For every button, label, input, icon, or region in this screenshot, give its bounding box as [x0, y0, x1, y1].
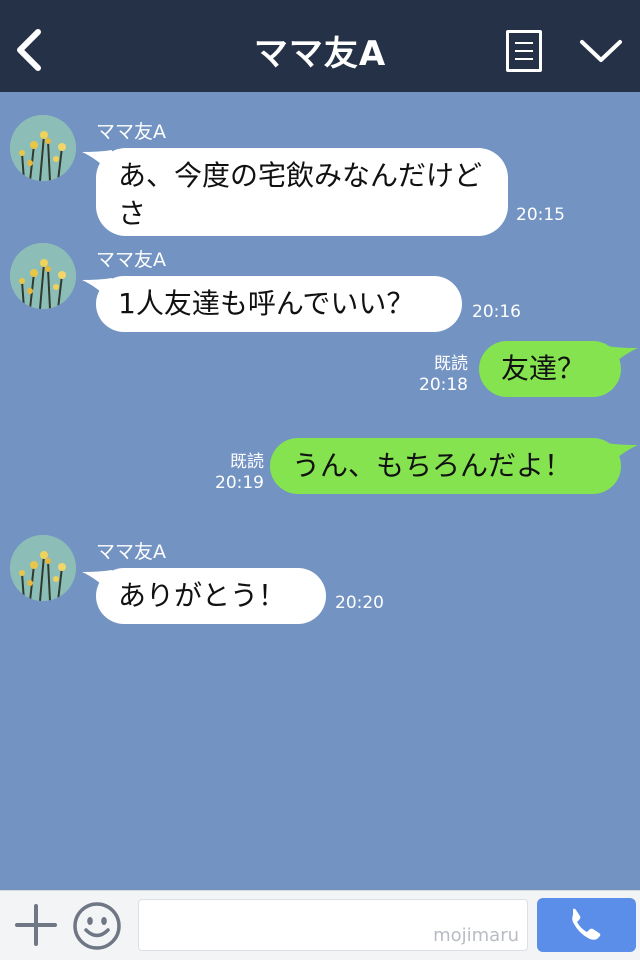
message-input[interactable]: mojimaru — [138, 899, 528, 951]
avatar[interactable] — [10, 535, 76, 601]
message-bubble: 1人友達も呼んでいい？ — [96, 276, 462, 332]
chat-header: ママ友A — [0, 0, 640, 92]
bubble-tail — [606, 443, 638, 467]
menu-icon[interactable] — [506, 30, 542, 72]
message-time: 20:16 — [472, 302, 521, 322]
call-button[interactable] — [537, 898, 636, 952]
message-time: 20:19 — [215, 473, 264, 493]
sender-name: ママ友A — [96, 541, 166, 563]
chat-area[interactable]: ママ友A あ、今度の宅飲みなんだけどさ 20:15 ママ友A 1人友達も呼んでい… — [0, 92, 640, 890]
sender-name: ママ友A — [96, 121, 166, 143]
watermark: mojimaru — [433, 925, 519, 946]
read-label: 既読 — [434, 354, 468, 374]
read-label: 既読 — [230, 452, 264, 472]
phone-icon — [572, 908, 601, 940]
message-time: 20:15 — [516, 205, 565, 225]
plus-icon[interactable] — [14, 903, 58, 947]
chat-title: ママ友A — [253, 34, 387, 74]
read-receipt: 既読 20:19 — [208, 452, 264, 494]
bubble-tail — [606, 346, 638, 370]
avatar[interactable] — [10, 115, 76, 181]
message-bubble: あ、今度の宅飲みなんだけどさ — [96, 148, 508, 236]
message-time: 20:18 — [419, 375, 468, 395]
sender-name: ママ友A — [96, 249, 166, 271]
avatar[interactable] — [10, 243, 76, 309]
read-receipt: 既読 20:18 — [418, 354, 468, 396]
message-bubble: 友達？ — [479, 341, 621, 397]
smiley-icon[interactable] — [72, 901, 122, 951]
message-bubble: ありがとう！ — [96, 568, 326, 624]
input-bar: mojimaru — [0, 890, 640, 960]
message-bubble: うん、もちろんだよ！ — [270, 438, 621, 494]
chevron-down-icon[interactable] — [578, 36, 624, 66]
message-time: 20:20 — [335, 593, 384, 613]
